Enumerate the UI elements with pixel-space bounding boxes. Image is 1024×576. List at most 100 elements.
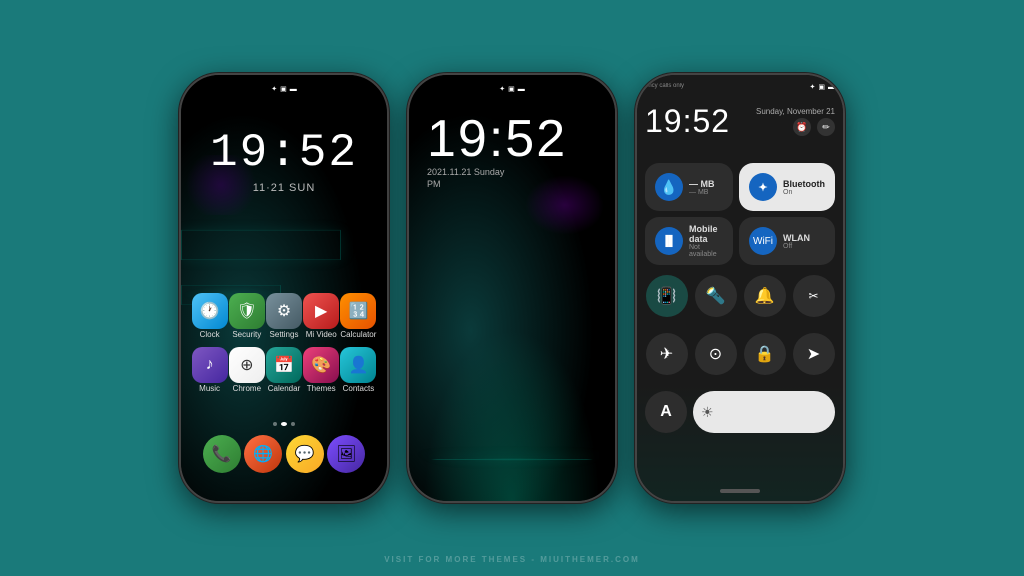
dot-1 xyxy=(273,422,277,426)
app-settings[interactable]: ⚙ Settings xyxy=(265,293,302,339)
status-icons-2: ✦ ▣ ▬ xyxy=(499,85,525,93)
app-themes[interactable]: 🎨 Themes xyxy=(303,347,340,393)
themes-icon: 🎨 xyxy=(303,347,339,383)
app-security[interactable]: 🛡 Security xyxy=(228,293,265,339)
brightness-slider[interactable]: ☀ xyxy=(693,391,835,433)
quick-tiles: 💧 — MB — MB ✦ Bluetooth On ▐▌ xyxy=(645,163,835,265)
tile-wlan[interactable]: WiFi WLAN Off xyxy=(739,217,835,265)
dock-gallery[interactable]: 🖼 xyxy=(327,435,365,473)
battery-icon: ▬ xyxy=(290,86,297,93)
quick-actions-row1: 📳 🔦 🔔 ✂ xyxy=(645,275,835,317)
time-display-1: 19:52 xyxy=(181,130,387,176)
contacts-icon: 👤 xyxy=(340,347,376,383)
clock-icon: 🕐 xyxy=(192,293,228,329)
tile-bt-name: Bluetooth xyxy=(783,179,825,189)
qa-flashlight[interactable]: 🔦 xyxy=(695,275,737,317)
phone-2: ✦ ▣ ▬ 19:52 2021.11.21 Sunday PM xyxy=(407,73,617,503)
ctrl-time: 19:52 xyxy=(645,103,730,140)
calendar-label: Calendar xyxy=(268,385,300,393)
app-contacts[interactable]: 👤 Contacts xyxy=(340,347,377,393)
phone-1: ✦ ▣ ▬ 19:52 11·21 SUN 🕐 Clock � xyxy=(179,73,389,503)
tile-mobile-icon: ▐▌ xyxy=(655,227,683,255)
ctrl-bt-icon: ✦ xyxy=(810,83,816,91)
tile-bt-info: Bluetooth On xyxy=(783,179,825,196)
phone-2-screen: ✦ ▣ ▬ 19:52 2021.11.21 Sunday PM xyxy=(409,75,615,501)
app-clock[interactable]: 🕐 Clock xyxy=(191,293,228,339)
qa-screenshot[interactable]: ✂ xyxy=(793,275,835,317)
qa-airplane[interactable]: ✈ xyxy=(646,333,688,375)
ctrl-edit-btn[interactable]: ✏ xyxy=(817,118,835,136)
ctrl-status-icons: ✦ ▣ ▬ xyxy=(810,83,836,91)
app-calendar[interactable]: 📅 Calendar xyxy=(265,347,302,393)
tile-mobile-name: Mobile data xyxy=(689,224,723,244)
chrome-label: Chrome xyxy=(233,385,261,393)
tile-bt-icon: ✦ xyxy=(749,173,777,201)
dock-messages[interactable]: 💬 xyxy=(286,435,324,473)
tile-wlan-name: WLAN xyxy=(783,233,825,243)
dock-browser[interactable]: 🌐 xyxy=(244,435,282,473)
tile-mobile-sub: Not available xyxy=(689,244,723,258)
qa-vibrate[interactable]: 📳 xyxy=(646,275,688,317)
clock-label: Clock xyxy=(200,331,220,339)
home-indicator[interactable] xyxy=(720,489,760,493)
ctrl-battery-icon: ▬ xyxy=(828,84,835,91)
status-icons-1: ✦ ▣ ▬ xyxy=(271,85,297,93)
dock: 📞 🌐 💬 🖼 xyxy=(181,435,387,473)
themes-label: Themes xyxy=(307,385,336,393)
calculator-label: Calculator xyxy=(340,331,376,339)
period-display: PM xyxy=(427,179,567,189)
qa-lock-rotate[interactable]: 🔒 xyxy=(744,333,786,375)
tile-data-icon: 💧 xyxy=(655,173,683,201)
bt-icon: ✦ xyxy=(271,85,277,93)
calculator-icon: 🔢 xyxy=(340,293,376,329)
ctrl-date-icons: ⏰ ✏ xyxy=(793,118,835,136)
dot-3 xyxy=(291,422,295,426)
wifi-icon: ▣ xyxy=(280,85,287,93)
qa-invert[interactable]: ⊙ xyxy=(695,333,737,375)
app-chrome[interactable]: ⊕ Chrome xyxy=(228,347,265,393)
battery-icon-2: ▬ xyxy=(518,86,525,93)
security-icon: 🛡 xyxy=(229,293,265,329)
tile-bt-sub: On xyxy=(783,189,825,196)
tile-mobile-info: Mobile data Not available xyxy=(689,224,723,258)
phone-3: ency calls only ✦ ▣ ▬ 19:52 Sunday, Nove… xyxy=(635,73,845,503)
qa-bell[interactable]: 🔔 xyxy=(744,275,786,317)
phones-container: ✦ ▣ ▬ 19:52 11·21 SUN 🕐 Clock � xyxy=(0,0,1024,576)
tile-data-info: — MB — MB xyxy=(689,179,723,196)
app-mivideo[interactable]: ▶ Mi Video xyxy=(303,293,340,339)
app-row-2: ♪ Music ⊕ Chrome 📅 Calendar 🎨 Themes xyxy=(191,347,377,393)
dock-phone[interactable]: 📞 xyxy=(203,435,241,473)
ctrl-alarm-btn[interactable]: ⏰ xyxy=(793,118,811,136)
calendar-icon: 📅 xyxy=(266,347,302,383)
app-music[interactable]: ♪ Music xyxy=(191,347,228,393)
date-display-2: 2021.11.21 Sunday xyxy=(427,167,567,177)
bt-icon-2: ✦ xyxy=(499,85,505,93)
lock-time-1: 19:52 11·21 SUN xyxy=(181,130,387,194)
status-bar-2: ✦ ▣ ▬ xyxy=(409,85,615,93)
tile-data-name: — MB xyxy=(689,179,723,189)
qa-location[interactable]: ➤ xyxy=(793,333,835,375)
tile-bluetooth[interactable]: ✦ Bluetooth On xyxy=(739,163,835,211)
auto-brightness-btn[interactable]: A xyxy=(645,391,687,433)
page-dots xyxy=(181,422,387,426)
settings-icon: ⚙ xyxy=(266,293,302,329)
music-label: Music xyxy=(199,385,220,393)
tile-wlan-info: WLAN Off xyxy=(783,233,825,250)
tile-mobile-data[interactable]: ▐▌ Mobile data Not available xyxy=(645,217,733,265)
phone-1-screen: ✦ ▣ ▬ 19:52 11·21 SUN 🕐 Clock � xyxy=(181,75,387,501)
settings-label: Settings xyxy=(270,331,299,339)
ctrl-date: Sunday, November 21 xyxy=(756,107,835,116)
brightness-row: A ☀ xyxy=(645,391,835,433)
status-bar-1: ✦ ▣ ▬ xyxy=(181,85,387,93)
ctrl-status-bar: ✦ ▣ ▬ xyxy=(645,83,835,91)
watermark: VISIT FOR MORE THEMES - MIUITHEMER.COM xyxy=(0,555,1024,564)
tile-wlan-icon: WiFi xyxy=(749,227,777,255)
ctrl-wifi-icon: ▣ xyxy=(818,83,825,91)
app-grid: 🕐 Clock 🛡 Security ⚙ Settings ▶ Mi Video xyxy=(181,293,387,401)
security-label: Security xyxy=(232,331,261,339)
app-row-1: 🕐 Clock 🛡 Security ⚙ Settings ▶ Mi Video xyxy=(191,293,377,339)
wifi-icon-2: ▣ xyxy=(508,85,515,93)
tile-data[interactable]: 💧 — MB — MB xyxy=(645,163,733,211)
dot-2 xyxy=(281,422,287,426)
app-calculator[interactable]: 🔢 Calculator xyxy=(340,293,377,339)
